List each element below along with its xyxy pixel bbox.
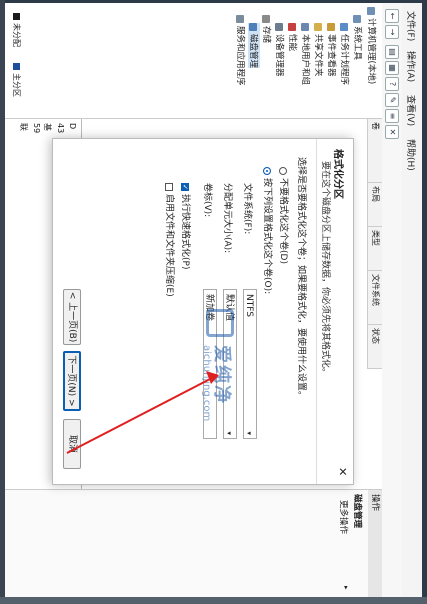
annotation-arrow [66, 371, 219, 454]
computer-management-window: 文件(F) 操作(A) 查看(V) 帮助(H) ← → ▤ ▦ ? ✎ ≡ ✕ … [5, 3, 422, 597]
arrow-head [206, 371, 219, 384]
screen: 文件(F) 操作(A) 查看(V) 帮助(H) ← → ▤ ▦ ? ✎ ≡ ✕ … [5, 3, 422, 597]
taskbar-edge [0, 597, 427, 604]
arrow-shaft [66, 377, 213, 454]
